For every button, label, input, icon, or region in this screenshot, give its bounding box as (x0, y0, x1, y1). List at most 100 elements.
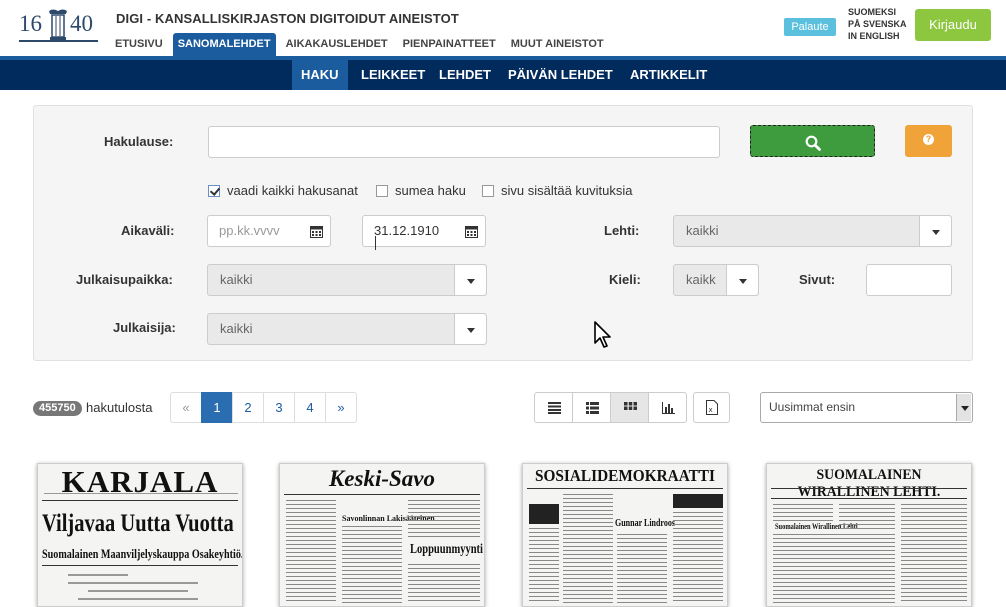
result-thumbnail[interactable]: KARJALA Viljavaa Uutta Vuotta Suomalaine… (37, 463, 243, 607)
chevron-down-icon[interactable] (919, 216, 951, 246)
date-end-input[interactable]: 31.12.1910 (362, 215, 458, 247)
language-select[interactable]: kaikk (673, 264, 759, 296)
subnav-haku[interactable]: HAKU (292, 60, 348, 90)
date-start-calendar-button[interactable] (302, 215, 331, 247)
checkbox-box[interactable] (208, 185, 220, 197)
pages-input[interactable] (866, 264, 952, 296)
subnav-lehdet[interactable]: LEHDET (430, 60, 500, 90)
lang-finnish[interactable]: SUOMEKSI (848, 6, 907, 18)
login-button[interactable]: Kirjaudu (915, 9, 991, 41)
place-select-value: kaikki (220, 272, 253, 287)
help-button[interactable]: ? (905, 125, 952, 157)
page-next[interactable]: » (325, 392, 357, 423)
thumbnail-masthead: Keski-Savo (328, 466, 436, 491)
query-input[interactable] (208, 126, 720, 158)
divider (42, 565, 238, 566)
result-thumbnail[interactable]: SUOMALAINEN WIRALLINEN LEHTI. Suomalaine… (766, 463, 972, 607)
text-line (68, 582, 198, 584)
text-cursor (375, 236, 376, 250)
text-column (773, 504, 833, 522)
lang-english[interactable]: IN ENGLISH (848, 30, 907, 42)
search-button[interactable] (750, 125, 875, 157)
result-count-label: hakutulosta (86, 400, 153, 415)
text-column (408, 564, 480, 604)
place-label: Julkaisupaikka: (76, 272, 173, 287)
list-view-button[interactable] (534, 392, 573, 423)
site-title: DIGI - KANSALLISKIRJASTON DIGITOIDUT AIN… (116, 11, 459, 26)
text-column (673, 512, 723, 604)
query-label: Hakulause: (104, 134, 174, 149)
checkbox-label: sivu sisältää kuvituksia (501, 183, 633, 198)
text-line (88, 590, 188, 592)
site-header: 16 40 DIGI - KANSALLISKIRJASTON DIGITOID… (0, 0, 1006, 56)
nav-pienpainatteet[interactable]: PIENPAINATTEET (398, 33, 501, 56)
divider (44, 493, 238, 494)
result-thumbnail[interactable]: Keski-Savo Savonlinnan Lakisääteinen Lop… (279, 463, 485, 607)
page-prev[interactable]: « (170, 392, 202, 423)
checkbox-fuzzy[interactable]: sumea haku (376, 183, 466, 198)
page-1[interactable]: 1 (201, 392, 233, 423)
publisher-select-value: kaikki (220, 321, 253, 336)
thumbnail-headline: Loppuunmyynti (410, 542, 483, 557)
subnav-paivan-lehdet[interactable]: PÄIVÄN LEHDET (499, 60, 622, 90)
paper-select[interactable]: kaikki (673, 215, 952, 247)
page-2[interactable]: 2 (232, 392, 264, 423)
feedback-button[interactable]: Palaute (784, 18, 836, 36)
page-4[interactable]: 4 (294, 392, 326, 423)
nav-muut-aineistot[interactable]: MUUT AINEISTOT (506, 33, 609, 56)
date-end-calendar-button[interactable] (457, 215, 486, 247)
checkbox-label: sumea haku (395, 183, 466, 198)
sort-select[interactable]: Uusimmat ensin (760, 392, 973, 423)
ad-block (529, 504, 559, 524)
text-column (408, 500, 480, 540)
checkbox-box[interactable] (376, 185, 388, 197)
page-3[interactable]: 3 (263, 392, 295, 423)
compact-list-view-button[interactable] (572, 392, 611, 423)
grid-view-button[interactable] (610, 392, 649, 423)
publisher-select[interactable]: kaikki (207, 313, 487, 345)
compact-list-view-icon (586, 402, 599, 414)
thumbnail-subline: Suomalainen Maanviljelyskauppa Osakeyhti… (42, 546, 243, 561)
language-label: Kieli: (609, 272, 641, 287)
pages-label: Sivut: (799, 272, 836, 287)
divider (771, 498, 967, 499)
calendar-icon (310, 226, 323, 238)
thumbnail-headline: Gunnar Lindroos (615, 518, 675, 529)
divider (527, 488, 723, 489)
nav-etusivu[interactable]: ETUSIVU (110, 33, 168, 56)
chevron-down-icon[interactable] (956, 394, 971, 421)
text-column (617, 534, 667, 604)
bar-chart-icon (662, 402, 675, 414)
grid-view-icon (624, 402, 637, 410)
list-view-icon (548, 402, 561, 414)
nav-sanomalehdet[interactable]: SANOMALEHDET (172, 33, 276, 56)
subnav-leikkeet[interactable]: LEIKKEET (352, 60, 434, 90)
checkbox-box[interactable] (482, 185, 494, 197)
text-column (901, 504, 967, 604)
calendar-icon (465, 226, 478, 238)
language-select-value: kaikk (686, 272, 716, 287)
result-count-badge: 455750 (33, 401, 82, 416)
thumbnail-masthead: SOSIALIDEMOKRAATTI (535, 466, 715, 485)
sort-select-value: Uusimmat ensin (769, 400, 856, 414)
excel-export-button[interactable]: x (693, 392, 730, 423)
text-column (529, 528, 559, 604)
chevron-down-icon[interactable] (726, 265, 758, 295)
checkbox-all-words[interactable]: vaadi kaikki hakusanat (208, 183, 358, 198)
chevron-down-icon[interactable] (454, 265, 486, 295)
result-thumbnail[interactable]: SOSIALIDEMOKRAATTI Gunnar Lindroos (522, 463, 728, 607)
text-column (773, 534, 895, 604)
subnav-artikkelit[interactable]: ARTIKKELIT (621, 60, 716, 90)
ad-block (673, 494, 723, 508)
chart-view-button[interactable] (648, 392, 687, 423)
text-line (78, 598, 198, 600)
date-start-input[interactable]: pp.kk.vvvv (207, 215, 303, 247)
view-mode-group (534, 392, 687, 423)
lang-swedish[interactable]: PÅ SVENSKA (848, 18, 907, 30)
site-logo[interactable]: 16 40 (19, 8, 98, 42)
checkbox-illustrations[interactable]: sivu sisältää kuvituksia (482, 183, 633, 198)
chevron-down-icon[interactable] (454, 314, 486, 344)
checkbox-label: vaadi kaikki hakusanat (227, 183, 358, 198)
place-select[interactable]: kaikki (207, 264, 487, 296)
nav-aikakauslehdet[interactable]: AIKAKAUSLEHDET (281, 33, 393, 56)
